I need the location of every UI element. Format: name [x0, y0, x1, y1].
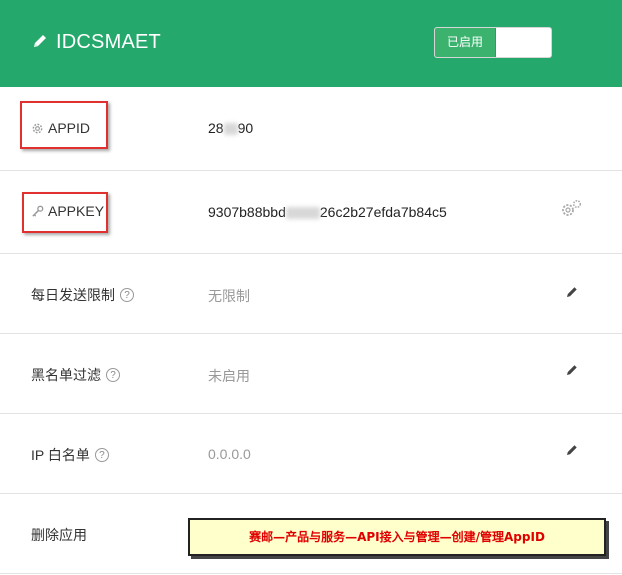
blacklist-label-group: 黑名单过滤 ?: [31, 365, 120, 385]
ip-whitelist-label: IP 白名单: [31, 447, 90, 463]
daily-limit-label: 每日发送限制: [31, 287, 115, 303]
appid-redacted: [223, 123, 238, 136]
delete-app-label[interactable]: 删除应用: [31, 525, 87, 545]
gears-icon[interactable]: [559, 198, 583, 218]
highlight-box-appid: [20, 101, 108, 149]
delete-app-label-group: 删除应用: [31, 525, 87, 545]
help-icon[interactable]: ?: [94, 448, 109, 462]
annotation-note: 赛邮—产品与服务—API接入与管理—创建/管理AppID: [188, 518, 606, 556]
app-title: IDCSMAET: [56, 31, 161, 53]
edit-icon[interactable]: [565, 363, 579, 377]
daily-limit-value: 无限制: [208, 288, 250, 304]
enable-toggle[interactable]: 已启用: [434, 27, 552, 58]
daily-limit-row: 每日发送限制 ? 无限制: [0, 254, 622, 334]
toggle-knob[interactable]: [497, 28, 551, 57]
edit-icon[interactable]: [565, 443, 579, 457]
appkey-value: 9307b88bbd 26c2b27efda7b84c5: [208, 204, 447, 220]
highlight-box-appkey: [22, 192, 108, 233]
toggle-on-label: 已启用: [435, 28, 496, 57]
help-icon[interactable]: ?: [106, 368, 120, 382]
ip-whitelist-value: 0.0.0.0: [208, 446, 251, 462]
app-header: IDCSMAET 已启用: [0, 0, 622, 87]
pencil-icon[interactable]: [32, 33, 48, 49]
ip-whitelist-label-group: IP 白名单 ?: [31, 445, 109, 465]
appkey-value-prefix: 9307b88bbd: [208, 204, 286, 220]
appid-value-prefix: 28: [208, 120, 224, 136]
blacklist-label: 黑名单过滤: [31, 367, 101, 383]
help-icon[interactable]: ?: [120, 288, 134, 302]
appkey-redacted: [285, 207, 320, 220]
blacklist-row: 黑名单过滤 ? 未启用: [0, 334, 622, 414]
appid-value: 28 90: [208, 120, 253, 136]
daily-limit-label-group: 每日发送限制 ?: [31, 285, 134, 305]
appkey-value-suffix: 26c2b27efda7b84c5: [319, 204, 447, 220]
appid-value-suffix: 90: [237, 120, 254, 136]
blacklist-value: 未启用: [208, 368, 250, 384]
ip-whitelist-row: IP 白名单 ? 0.0.0.0: [0, 414, 622, 494]
edit-icon[interactable]: [565, 285, 579, 299]
